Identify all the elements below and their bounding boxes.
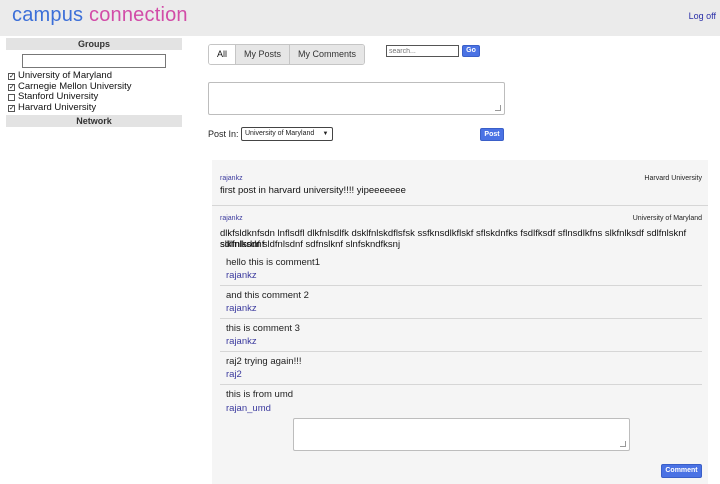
comment-divider bbox=[220, 285, 702, 286]
comment-button[interactable]: Comment bbox=[661, 464, 702, 478]
search-input[interactable] bbox=[386, 45, 459, 57]
sidebar: Groups ✓ University of Maryland ✓ Carneg… bbox=[6, 38, 182, 127]
tab-all[interactable]: All bbox=[209, 45, 236, 64]
checkbox-unchecked-icon[interactable] bbox=[8, 94, 15, 101]
group-filter-input[interactable] bbox=[22, 54, 166, 68]
comment-text: hello this is comment1 bbox=[226, 257, 320, 268]
go-button[interactable]: Go bbox=[462, 45, 480, 57]
comment-username[interactable]: rajankz bbox=[226, 336, 257, 347]
comment-textarea[interactable] bbox=[293, 418, 630, 451]
post-username[interactable]: rajankz bbox=[220, 175, 243, 182]
app-logo[interactable]: campus connection bbox=[12, 4, 188, 27]
group-label: University of Maryland bbox=[18, 70, 112, 81]
resize-handle-icon[interactable] bbox=[495, 105, 501, 111]
tab-my-comments[interactable]: My Comments bbox=[289, 45, 365, 64]
group-item-harvard[interactable]: ✓ Harvard University bbox=[6, 101, 182, 114]
post-username[interactable]: rajankz bbox=[220, 215, 243, 222]
dropdown-arrow-icon: ▼ bbox=[322, 131, 329, 137]
groups-heading: Groups bbox=[6, 38, 182, 50]
logo-word-campus: campus bbox=[12, 4, 84, 26]
logoff-link[interactable]: Log off bbox=[689, 11, 716, 21]
group-label: Carnegie Mellon University bbox=[18, 80, 132, 92]
checkbox-checked-icon[interactable]: ✓ bbox=[8, 83, 15, 91]
comment-text: this is from umd bbox=[226, 389, 294, 400]
checkbox-checked-icon[interactable]: ✓ bbox=[8, 73, 15, 80]
post-group: University of Maryland bbox=[632, 215, 702, 222]
post-text-line: sdlfnlsdnf sldfnlsdnf sdfnslknf slnfsknd… bbox=[220, 239, 401, 250]
comment-text: raj2 trying again!!! bbox=[226, 356, 302, 367]
post-divider bbox=[212, 205, 708, 206]
network-heading[interactable]: Network bbox=[6, 115, 182, 127]
comment-username[interactable]: rajan_umd bbox=[226, 403, 271, 414]
comment-divider bbox=[220, 318, 702, 319]
tab-my-posts[interactable]: My Posts bbox=[235, 45, 290, 64]
post-in-select[interactable]: University of Maryland ▼ bbox=[241, 127, 333, 141]
selected-group: University of Maryland bbox=[245, 130, 315, 137]
post-group: Harvard University bbox=[644, 175, 702, 182]
logo-word-connection: connection bbox=[89, 4, 188, 26]
header-bar: campus connection Log off bbox=[0, 0, 720, 36]
new-post-textarea[interactable] bbox=[208, 82, 505, 115]
feed-tabs: All My Posts My Comments bbox=[208, 44, 366, 65]
post-text: first post in harvard university!!!! yip… bbox=[220, 185, 406, 196]
group-label: Harvard University bbox=[18, 101, 97, 113]
comment-text: this is comment 3 bbox=[226, 323, 300, 334]
comment-divider bbox=[220, 351, 702, 352]
comment-text: and this comment 2 bbox=[226, 290, 309, 301]
resize-handle-icon[interactable] bbox=[620, 441, 626, 447]
group-label: Stanford University bbox=[18, 91, 99, 102]
comment-username[interactable]: rajankz bbox=[226, 303, 257, 314]
comment-username[interactable]: raj2 bbox=[226, 369, 242, 380]
post-button[interactable]: Post bbox=[480, 128, 504, 141]
comment-username[interactable]: rajankz bbox=[226, 270, 257, 281]
post-in-label: Post In: bbox=[208, 129, 239, 139]
checkbox-checked-icon[interactable]: ✓ bbox=[8, 104, 15, 112]
comment-divider bbox=[220, 384, 702, 385]
